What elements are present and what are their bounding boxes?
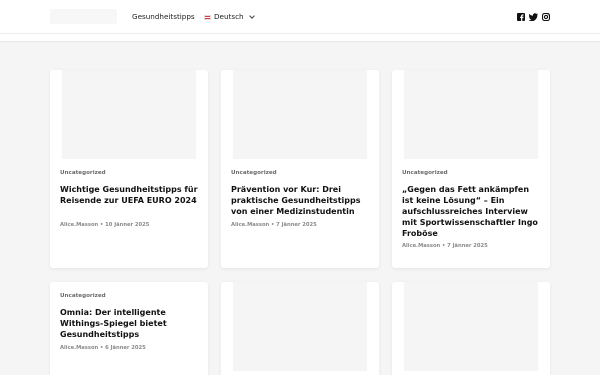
post-title[interactable]: Prävention vor Kur: Drei praktische Gesu…	[231, 184, 371, 217]
header-subbar	[0, 34, 600, 42]
post-category[interactable]: Uncategorized	[402, 170, 448, 176]
post-card[interactable]: Uncategorized Omnia: Der intelligente Wi…	[50, 282, 208, 375]
post-meta: Alice.Masson • 10 Jänner 2025	[60, 222, 150, 228]
language-selector[interactable]: Deutsch	[204, 11, 255, 23]
post-category[interactable]: Uncategorized	[231, 170, 277, 176]
post-title[interactable]: „Gegen das Fett ankämpfen ist keine Lösu…	[402, 184, 542, 239]
post-thumbnail[interactable]	[233, 70, 367, 159]
post-date: 6 Jänner 2025	[105, 345, 146, 351]
nav-link-gesundheitstipps[interactable]: Gesundheitstipps	[132, 11, 195, 23]
site-header: Gesundheitstipps Deutsch	[0, 0, 600, 34]
post-author[interactable]: Alice.Masson	[60, 345, 98, 351]
post-card[interactable]	[392, 282, 550, 375]
post-author[interactable]: Alice.Masson	[231, 222, 269, 228]
post-card[interactable]: Uncategorized Wichtige Gesundheitstipps …	[50, 70, 208, 268]
post-thumbnail[interactable]	[62, 70, 196, 159]
post-card[interactable]	[221, 282, 379, 375]
post-meta: Alice.Masson • 7 Jänner 2025	[231, 222, 317, 228]
post-meta: Alice.Masson • 6 Jänner 2025	[60, 345, 146, 351]
site-logo[interactable]	[50, 9, 117, 24]
chevron-down-icon	[248, 13, 255, 19]
post-thumbnail[interactable]	[404, 70, 538, 159]
post-meta: Alice.Masson • 7 Jänner 2025	[402, 243, 488, 249]
post-title[interactable]: Wichtige Gesundheitstipps für Reisende z…	[60, 184, 200, 206]
post-thumbnail[interactable]	[404, 282, 538, 371]
post-thumbnail[interactable]	[233, 282, 367, 371]
language-label: Deutsch	[214, 12, 244, 21]
post-card[interactable]: Uncategorized Prävention vor Kur: Drei p…	[221, 70, 379, 268]
post-category[interactable]: Uncategorized	[60, 170, 106, 176]
instagram-icon[interactable]	[542, 13, 550, 21]
post-date: 7 Jänner 2025	[447, 243, 488, 249]
post-card[interactable]: Uncategorized „Gegen das Fett ankämpfen …	[392, 70, 550, 268]
post-category[interactable]: Uncategorized	[60, 293, 106, 299]
post-date: 10 Jänner 2025	[105, 222, 150, 228]
post-title[interactable]: Omnia: Der intelligente Withings-Spiegel…	[60, 307, 200, 340]
austria-flag-icon	[204, 14, 211, 20]
facebook-icon[interactable]	[517, 13, 525, 21]
post-author[interactable]: Alice.Masson	[402, 243, 440, 249]
twitter-icon[interactable]	[529, 13, 538, 21]
post-date: 7 Jänner 2025	[276, 222, 317, 228]
post-author[interactable]: Alice.Masson	[60, 222, 98, 228]
